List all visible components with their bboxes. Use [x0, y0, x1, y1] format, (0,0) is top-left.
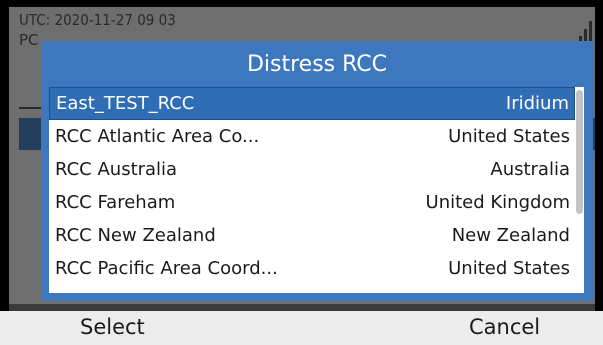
rcc-country: United States	[448, 126, 570, 147]
dialog-body: East_TEST_RCC Iridium RCC Atlantic Area Co…	[41, 87, 593, 301]
utc-label: UTC:	[19, 11, 51, 29]
rcc-name: RCC Pacific Area Coord...	[55, 258, 278, 279]
distress-rcc-dialog: Distress RCC East_TEST_RCC Iridium RCC Atl…	[41, 41, 593, 301]
utc-value: 2020-11-27 09 03	[54, 11, 176, 29]
status-line-2: PC	[19, 31, 39, 49]
list-item[interactable]: East_TEST_RCC Iridium	[49, 87, 575, 120]
rcc-country: United Kingdom	[425, 192, 570, 213]
list-item[interactable]: RCC Fareham United Kingdom	[49, 186, 575, 219]
scrollbar[interactable]	[575, 87, 584, 293]
list-item[interactable]: RCC Pacific Area Coord... United States	[49, 252, 575, 285]
list-item[interactable]: RCC New Zealand New Zealand	[49, 219, 575, 252]
rcc-name: RCC Australia	[55, 159, 178, 180]
list-item[interactable]: RCC Atlantic Area Co... United States	[49, 120, 575, 153]
dialog-header: Distress RCC	[41, 41, 593, 87]
list-item[interactable]: RCC Australia Australia	[49, 153, 575, 186]
screen-bottom-strip	[9, 304, 595, 311]
dialog-title: Distress RCC	[246, 51, 388, 77]
softkey-bar: Select Cancel	[0, 311, 603, 345]
cancel-softkey[interactable]: Cancel	[469, 315, 540, 339]
device-screen: UTC: 2020-11-27 09 03 PC Distress RCC Ea…	[9, 7, 595, 311]
rcc-country: Iridium	[505, 93, 569, 114]
rcc-list[interactable]: East_TEST_RCC Iridium RCC Atlantic Area Co…	[49, 87, 575, 293]
rcc-country: Australia	[490, 159, 570, 180]
rcc-country: New Zealand	[451, 225, 570, 246]
rcc-name: RCC Fareham	[55, 192, 176, 213]
rcc-country: United States	[448, 258, 570, 279]
rcc-name: RCC Atlantic Area Co...	[55, 126, 260, 147]
rcc-name: RCC New Zealand	[55, 225, 216, 246]
rcc-name: East_TEST_RCC	[56, 93, 195, 114]
utc-time: UTC: 2020-11-27 09 03	[19, 11, 176, 29]
scroll-thumb[interactable]	[576, 90, 583, 214]
select-softkey[interactable]: Select	[80, 315, 145, 339]
